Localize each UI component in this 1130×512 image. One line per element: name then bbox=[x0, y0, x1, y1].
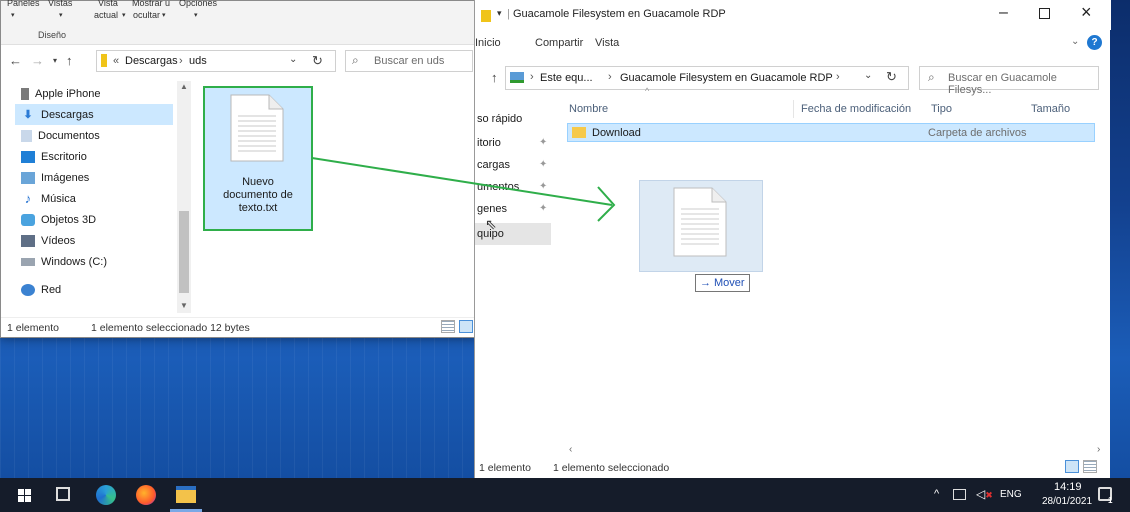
windows-start-icon[interactable] bbox=[18, 489, 31, 502]
firefox-icon[interactable] bbox=[136, 485, 156, 505]
clock-time[interactable]: 14:19 bbox=[1054, 481, 1082, 493]
network-status-icon[interactable] bbox=[953, 489, 966, 500]
taskbar: ^ ◁✖ ENG 14:19 28/01/2021 1 bbox=[0, 478, 1130, 512]
show-hidden-icons-icon[interactable]: ^ bbox=[934, 488, 939, 500]
file-explorer-icon[interactable] bbox=[176, 486, 196, 503]
volume-muted-icon[interactable]: ◁✖ bbox=[976, 487, 993, 501]
task-view-icon[interactable] bbox=[56, 487, 70, 501]
language-indicator[interactable]: ENG bbox=[1000, 489, 1022, 500]
notification-count: 1 bbox=[1108, 496, 1113, 505]
edge-icon[interactable] bbox=[96, 485, 116, 505]
annotation-arrow bbox=[311, 157, 616, 222]
clock-date[interactable]: 28/01/2021 bbox=[1042, 496, 1092, 507]
